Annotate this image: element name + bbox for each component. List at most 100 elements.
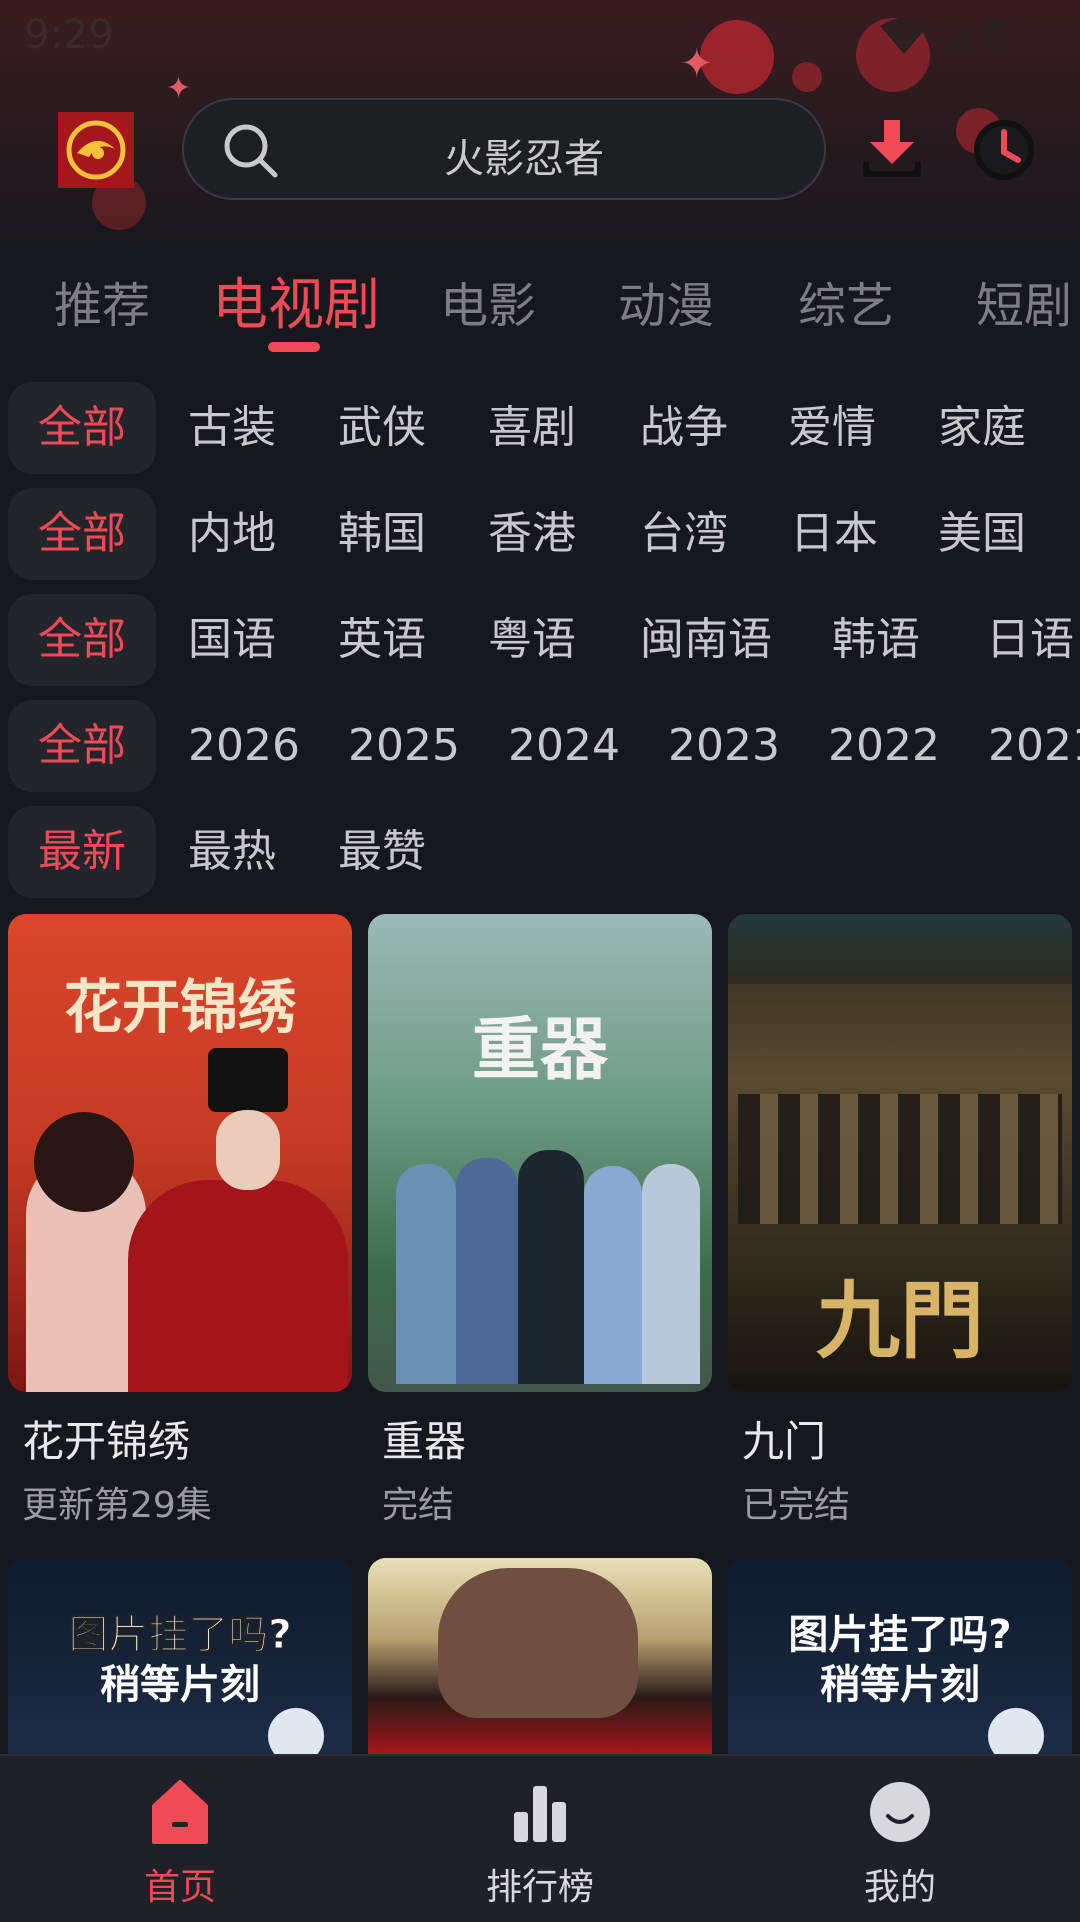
nav-ranking-label: 排行榜: [485, 1867, 594, 1908]
filter-language-all[interactable]: 全部: [8, 594, 156, 686]
status-time: 9:29: [24, 12, 114, 58]
status-icons: [880, 14, 1010, 62]
nav-profile-label: 我的: [863, 1867, 936, 1908]
filter-row-genre: 全部 古装 武侠 喜剧 战争 爱情 家庭: [0, 382, 1080, 474]
filter-sort-latest[interactable]: 最新: [8, 806, 156, 898]
filter-region-option[interactable]: 美国: [938, 488, 1026, 580]
poster-title-art: 花开锦绣: [63, 973, 296, 1041]
poster-image: 九門: [728, 914, 1072, 1392]
card-status: 已完结: [742, 1485, 851, 1526]
filter-row-language: 全部 国语 英语 粤语 闽南语 韩语 日语: [0, 594, 1080, 686]
card-status: 更新第29集: [22, 1485, 212, 1526]
filter-sort-option[interactable]: 最赞: [338, 806, 426, 898]
home-icon: [152, 1780, 208, 1844]
filter-year-option[interactable]: 2026: [188, 700, 300, 792]
filter-language-option[interactable]: 国语: [188, 594, 276, 686]
poster-figure: [208, 1048, 288, 1112]
video-card[interactable]: [368, 1558, 712, 1758]
poster-image: 重器: [368, 914, 712, 1392]
video-card[interactable]: 图片挂了吗? 稍等片刻: [728, 1558, 1072, 1758]
filter-row-sort: 最新 最热 最赞: [0, 806, 1080, 898]
filter-genre-option[interactable]: 古装: [188, 382, 276, 474]
history-clock-icon[interactable]: [972, 118, 1036, 182]
poster-figures: [738, 1094, 1062, 1224]
poster-figure: [584, 1166, 642, 1384]
tab-short-drama[interactable]: 短剧: [976, 266, 1072, 336]
active-tab-indicator: [268, 342, 320, 352]
filter-year-option[interactable]: 2025: [348, 700, 460, 792]
tab-tv-series[interactable]: 电视剧: [212, 260, 380, 341]
filter-year-all[interactable]: 全部: [8, 700, 156, 792]
poster-figure: [456, 1158, 518, 1384]
download-icon[interactable]: [862, 118, 922, 180]
search-bar[interactable]: 火影忍者: [182, 98, 826, 200]
profile-smile-icon: [870, 1782, 930, 1842]
filter-region-option[interactable]: 日本: [790, 488, 878, 580]
poster-curtain: [728, 914, 1072, 984]
poster-figure: [642, 1164, 700, 1384]
signal-icon: [936, 18, 972, 54]
filter-genre-all[interactable]: 全部: [8, 382, 156, 474]
card-status: 完结: [382, 1485, 455, 1526]
filter-language-option[interactable]: 粤语: [488, 594, 576, 686]
filter-language-option[interactable]: 韩语: [832, 594, 920, 686]
filter-genre-option[interactable]: 武侠: [338, 382, 426, 474]
filter-genre-option[interactable]: 战争: [640, 382, 728, 474]
filter-region-option[interactable]: 香港: [488, 488, 576, 580]
moon-graphic: [988, 1708, 1044, 1758]
tab-movies[interactable]: 电影: [440, 266, 536, 336]
poster-title-art: 九門: [815, 1271, 984, 1370]
video-card[interactable]: 重器 重器 完结: [368, 914, 712, 1526]
filter-year-option[interactable]: 2022: [828, 700, 940, 792]
battery-icon: [986, 18, 1006, 54]
filter-genre-option[interactable]: 爱情: [788, 382, 876, 474]
filter-region-option[interactable]: 台湾: [640, 488, 728, 580]
video-card[interactable]: 图片挂了吗? 稍等片刻: [8, 1558, 352, 1758]
app-logo[interactable]: [58, 112, 134, 188]
filter-language-option[interactable]: 英语: [338, 594, 426, 686]
poster-figure: [396, 1164, 456, 1384]
filter-year-option[interactable]: 2024: [508, 700, 620, 792]
tab-recommend[interactable]: 推荐: [54, 266, 150, 336]
bar-chart-icon: [514, 1786, 566, 1842]
nav-home-label: 首页: [143, 1867, 216, 1908]
tab-variety[interactable]: 综艺: [798, 266, 894, 336]
nav-ranking[interactable]: 排行榜: [450, 1778, 630, 1910]
nav-profile[interactable]: 我的: [810, 1778, 990, 1910]
category-tabs: 推荐 电视剧 电影 动漫 综艺 短剧: [0, 256, 1080, 356]
poster-figure: [518, 1150, 584, 1384]
filter-sort-option[interactable]: 最热: [188, 806, 276, 898]
card-title: 重器: [382, 1417, 467, 1466]
status-bar: 9:29: [0, 0, 1080, 72]
filter-language-option[interactable]: 日语: [986, 594, 1074, 686]
card-title: 九门: [742, 1417, 827, 1466]
filter-region-all[interactable]: 全部: [8, 488, 156, 580]
poster-figure: [216, 1110, 280, 1190]
filter-year-option[interactable]: 2021: [988, 700, 1080, 792]
poster-image: 花开锦绣: [8, 914, 352, 1392]
tab-anime[interactable]: 动漫: [618, 266, 714, 336]
search-placeholder: 火影忍者: [444, 136, 604, 182]
filter-year-option[interactable]: 2023: [668, 700, 780, 792]
poster-figure: [34, 1112, 134, 1212]
poster-face: [438, 1568, 638, 1718]
wifi-icon: [880, 18, 928, 54]
filter-genre-option[interactable]: 喜剧: [488, 382, 576, 474]
filter-row-region: 全部 内地 韩国 香港 台湾 日本 美国: [0, 488, 1080, 580]
video-card[interactable]: 九門 九门 已完结: [728, 914, 1072, 1526]
filter-language-option[interactable]: 闽南语: [640, 594, 772, 686]
filter-genre-option[interactable]: 家庭: [938, 382, 1026, 474]
filter-row-year: 全部 2026 2025 2024 2023 2022 2021: [0, 700, 1080, 792]
app-logo-icon: [66, 120, 126, 180]
card-title: 花开锦绣: [22, 1417, 191, 1466]
placeholder-text: 稍等片刻: [820, 1662, 980, 1708]
bottom-navigation: 首页 排行榜 我的: [0, 1754, 1080, 1922]
placeholder-text: 稍等片刻: [100, 1662, 260, 1708]
filter-region-option[interactable]: 韩国: [338, 488, 426, 580]
filter-region-option[interactable]: 内地: [188, 488, 276, 580]
nav-home[interactable]: 首页: [90, 1778, 270, 1910]
moon-graphic: [268, 1708, 324, 1758]
video-card[interactable]: 花开锦绣 花开锦绣 更新第29集: [8, 914, 352, 1526]
poster-figure: [128, 1180, 348, 1392]
poster-title-art: 重器: [471, 1011, 608, 1090]
